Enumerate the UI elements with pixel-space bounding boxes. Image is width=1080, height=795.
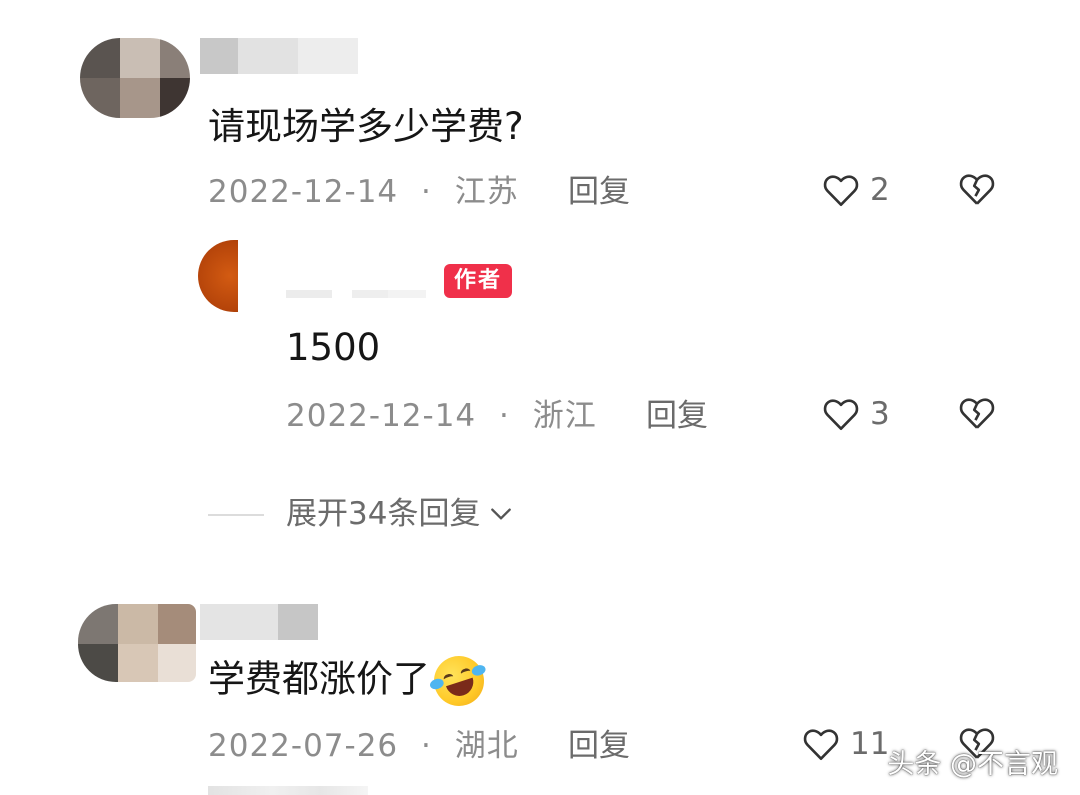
avatar[interactable]: [78, 604, 196, 682]
comment-date: 2022-12-14: [208, 174, 399, 210]
chevron-down-icon: [488, 501, 514, 527]
comment-meta: 2022-12-14 · 浙江: [286, 396, 597, 436]
comment-location: 江苏: [454, 174, 519, 210]
comment-text: 请现场学多少学费?: [208, 105, 524, 148]
broken-heart-icon[interactable]: [958, 172, 996, 206]
comment-text-content: 学费都涨价了: [208, 657, 430, 701]
heart-outline-icon: [802, 727, 840, 761]
comment-text: 学费都涨价了: [208, 649, 491, 713]
like-button[interactable]: 3: [822, 392, 890, 436]
comment-date: 2022-07-26: [208, 728, 399, 764]
comment-meta: 2022-07-26 · 湖北: [208, 726, 519, 766]
heart-outline-icon: [822, 397, 860, 431]
reply-button[interactable]: 回复: [568, 726, 630, 766]
like-count: 11: [850, 726, 890, 762]
author-badge: 作者: [444, 264, 513, 298]
comment-date: 2022-12-14: [286, 398, 477, 434]
comment-meta: 2022-12-14 · 江苏: [208, 172, 519, 212]
comment-text: 1500: [286, 326, 381, 369]
meta-separator: ·: [499, 398, 510, 434]
broken-heart-icon[interactable]: [958, 396, 996, 430]
like-count: 3: [870, 396, 890, 432]
comment-location: 湖北: [454, 728, 519, 764]
laughing-crying-emoji-icon: [427, 649, 491, 713]
watermark: 头条 @不言观: [887, 749, 1058, 780]
divider: [208, 514, 264, 516]
expand-replies-button[interactable]: 展开34条回复: [286, 494, 514, 534]
username[interactable]: [200, 38, 358, 74]
avatar[interactable]: [80, 38, 190, 118]
like-button[interactable]: 11: [802, 722, 889, 766]
expand-replies-label: 展开34条回复: [286, 496, 481, 532]
like-button[interactable]: 2: [822, 168, 890, 212]
meta-separator: ·: [421, 174, 432, 210]
reply-button[interactable]: 回复: [646, 396, 708, 436]
like-count: 2: [870, 172, 890, 208]
heart-outline-icon: [822, 173, 860, 207]
avatar[interactable]: [198, 240, 238, 312]
cutoff-content: [208, 786, 368, 795]
meta-separator: ·: [421, 728, 432, 764]
comment-location: 浙江: [532, 398, 597, 434]
username[interactable]: [200, 604, 318, 640]
reply-button[interactable]: 回复: [568, 172, 630, 212]
username[interactable]: [286, 290, 426, 298]
